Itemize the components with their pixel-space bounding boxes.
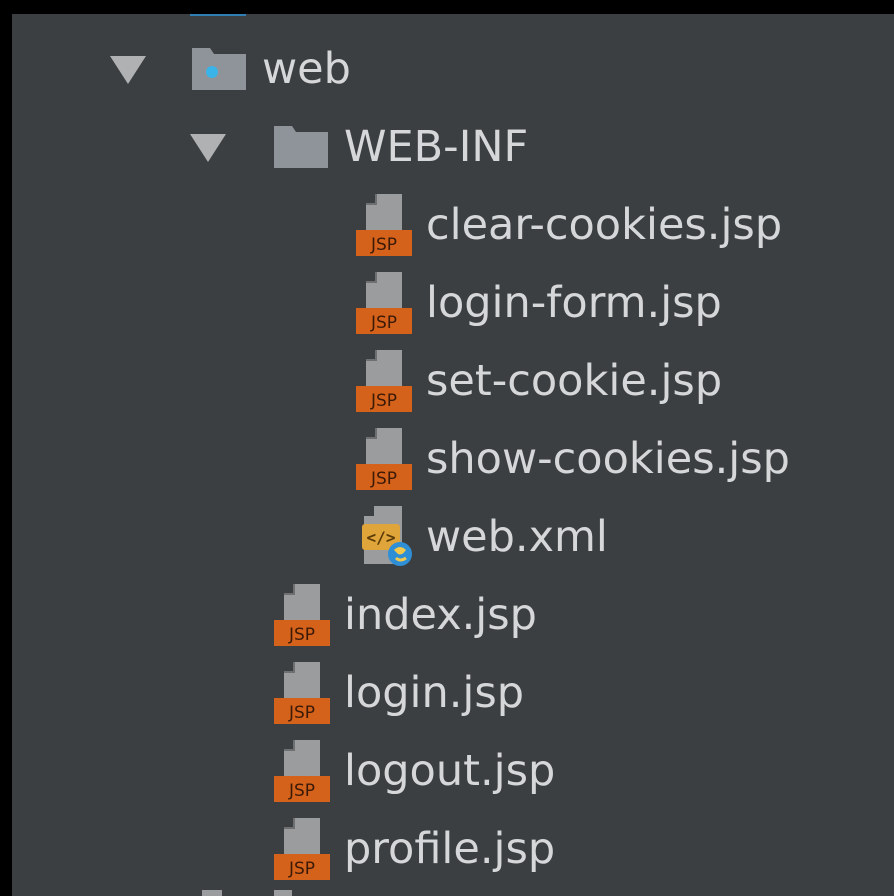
jsp-badge: JSP (370, 313, 397, 333)
tree-item-web[interactable]: web (12, 30, 894, 108)
tree-item-label: login-form.jsp (426, 278, 722, 328)
tree-item-clear-cookies-jsp[interactable]: JSP clear-cookies.jsp (12, 186, 894, 264)
jsp-file-icon: JSP (274, 818, 330, 880)
tree-item-label: index.jsp (344, 590, 537, 640)
jsp-badge: JSP (288, 781, 315, 801)
jsp-badge: JSP (288, 703, 315, 723)
tree-item-label: show-cookies.jsp (426, 434, 790, 484)
tree-item-set-cookie-jsp[interactable]: JSP set-cookie.jsp (12, 342, 894, 420)
partial-file-icon (274, 890, 292, 896)
tree-item-login-form-jsp[interactable]: JSP login-form.jsp (12, 264, 894, 342)
tree-item-web-inf[interactable]: WEB-INF (12, 108, 894, 186)
project-tree-panel: web WEB-INF JSP clear-cookies.jsp JSP lo… (12, 14, 894, 896)
tree-item-profile-jsp[interactable]: JSP profile.jsp (12, 810, 894, 888)
tree-item-label: WEB-INF (344, 122, 529, 172)
expand-arrow-icon[interactable] (110, 56, 146, 84)
tree-item-label: set-cookie.jsp (426, 356, 723, 406)
jsp-badge: JSP (288, 859, 315, 879)
jsp-file-icon: JSP (274, 740, 330, 802)
tree-item-label: web.xml (426, 512, 608, 562)
jsp-file-icon: JSP (274, 584, 330, 646)
tree-item-label: web (262, 44, 351, 94)
partial-arrow-icon (202, 890, 222, 896)
tree-item-logout-jsp[interactable]: JSP logout.jsp (12, 732, 894, 810)
tree-item-index-jsp[interactable]: JSP index.jsp (12, 576, 894, 654)
tree-item-label: logout.jsp (344, 746, 556, 796)
tree-item-label: login.jsp (344, 668, 525, 718)
jsp-badge: JSP (370, 235, 397, 255)
jsp-file-icon: JSP (356, 428, 412, 490)
expand-arrow-icon[interactable] (190, 134, 226, 162)
svg-text:</>: </> (367, 528, 396, 547)
tree-item-label: clear-cookies.jsp (426, 200, 783, 250)
jsp-badge: JSP (288, 625, 315, 645)
tree-item-login-jsp[interactable]: JSP login.jsp (12, 654, 894, 732)
jsp-file-icon: JSP (356, 350, 412, 412)
xml-file-icon: </> (362, 506, 412, 566)
partial-folder-icon (190, 14, 246, 16)
folder-icon (274, 126, 328, 168)
tree-item-show-cookies-jsp[interactable]: JSP show-cookies.jsp (12, 420, 894, 498)
tree-item-label: profile.jsp (344, 824, 556, 874)
jsp-file-icon: JSP (356, 194, 412, 256)
tree-item-web-xml[interactable]: </> web.xml (12, 498, 894, 576)
jsp-file-icon: JSP (356, 272, 412, 334)
web-folder-icon (192, 48, 246, 90)
jsp-file-icon: JSP (274, 662, 330, 724)
jsp-badge: JSP (370, 391, 397, 411)
jsp-badge: JSP (370, 469, 397, 489)
